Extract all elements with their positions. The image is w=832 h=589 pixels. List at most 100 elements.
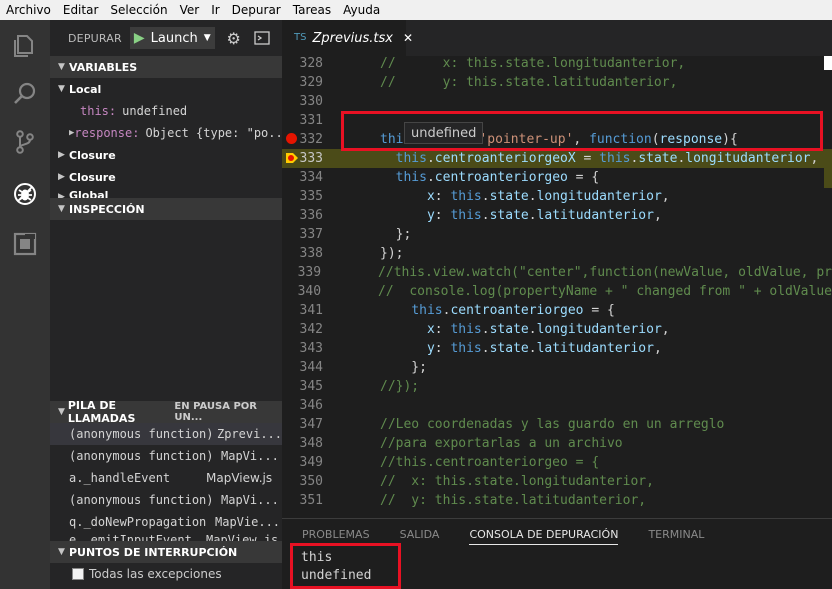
line-number: 349 [299,455,323,470]
chevron-right-icon: ▶ [58,150,65,160]
tab-problemas[interactable]: PROBLEMAS [302,528,370,541]
tab-salida[interactable]: SALIDA [400,528,440,541]
line-number: 334 [299,170,323,185]
line-number: 330 [299,94,323,109]
typescript-file-icon: TS [294,31,307,43]
chevron-down-icon: ▼ [58,407,65,417]
menu-ir[interactable]: Ir [205,3,225,17]
watch-header[interactable]: ▼ INSPECCIÓN [50,198,282,220]
breakpoint-icon[interactable] [286,133,297,144]
line-number: 346 [299,398,323,413]
callstack-frame[interactable]: e._emitInputEvent MapView.js [50,533,282,541]
debug-toolbar: DEPURAR ▶ Launch ▼ ⚙ [50,20,282,56]
menu-editar[interactable]: Editar [57,3,105,17]
breakpoint-label: Todas las excepciones [89,567,222,581]
code-line: 345//}); [282,377,832,396]
source-control-icon[interactable] [0,118,50,166]
menu-ver[interactable]: Ver [174,3,206,17]
close-icon[interactable]: ✕ [403,31,413,45]
scope-closure[interactable]: ▶ Closure [50,144,282,166]
tab-zprevius[interactable]: TS Zprevius.tsx ✕ [282,20,413,56]
code-line: 337 }; [282,225,832,244]
editor: TS Zprevius.tsx ✕ 328// x: this.state.lo… [282,20,832,518]
frame-file: MapView.js [206,533,279,541]
callstack-frame[interactable]: q._doNewPropagation MapVie... [50,511,282,533]
callstack-frame[interactable]: a._handleEvent MapView.js [50,467,282,489]
callstack-frame[interactable]: (anonymous function) MapVi... [50,445,282,467]
search-icon[interactable] [0,70,50,118]
frame-function: (anonymous function) [69,449,214,463]
code-line: 330 [282,92,832,111]
callstack-title: PILA DE LLAMADAS [67,399,136,425]
callstack-frame[interactable]: (anonymous function) MapVi... [50,489,282,511]
callstack-header[interactable]: ▼ PILA DE LLAMADAS EN PAUSA POR UN... [50,399,282,425]
breakpoints-header[interactable]: ▼ PUNTOS DE INTERRUPCIÓN [50,541,282,563]
files-icon[interactable] [0,22,50,70]
code-line: 334 this. centroanteriorgeo = { [282,168,832,187]
line-number: 351 [299,493,323,508]
chevron-down-icon: ▼ [203,33,211,43]
variable-value: Object {type: "po... [145,126,282,140]
debug-sidebar: DEPURAR ▶ Launch ▼ ⚙ ▼ VARIABLES ▼ Local… [50,20,282,589]
tab-title: Zprevius.tsx [312,30,393,46]
menu-bar: Archivo Editar Selección Ver Ir Depurar … [0,0,832,20]
scope-closure[interactable]: ▶ Closure [50,166,282,188]
line-number: 340 [297,284,322,299]
checkbox[interactable] [72,568,84,580]
callstack-status: EN PAUSA POR UN... [174,401,257,423]
debug-label: DEPURAR [68,31,122,45]
variable-this[interactable]: this: undefined [50,100,282,122]
frame-function: e._emitInputEvent [69,533,192,541]
variable-response[interactable]: ▶ response: Object {type: "po... [50,122,282,144]
frame-function: a._handleEvent [69,471,171,485]
debug-console-icon[interactable] [251,27,273,49]
line-number: 338 [299,246,323,261]
scope-local[interactable]: ▼ Local [50,78,282,100]
chevron-right-icon: ▶ [58,172,65,182]
line-number: 329 [299,75,323,90]
scope-global-clipped: ▶ Global [50,188,282,198]
tab-terminal[interactable]: TERMINAL [648,528,704,541]
launch-config-select[interactable]: ▶ Launch ▼ [129,27,215,49]
line-number: 331 [299,113,323,128]
code-line: 347//Leo coordenadas y las guardo en un … [282,415,832,434]
launch-config-name: Launch [150,30,198,46]
code-line: 346 [282,396,832,415]
code-line: 344 }; [282,358,832,377]
variables-title: VARIABLES [69,60,138,74]
extensions-icon[interactable] [0,220,50,268]
code-line: 335 x: this. state. longitudanterior, [282,187,832,206]
code-line: 343 y: this. state. latitudanterior, [282,339,832,358]
chevron-down-icon: ▼ [58,547,65,557]
menu-tareas[interactable]: Tareas [287,3,337,17]
menu-depurar[interactable]: Depurar [226,3,287,17]
menu-seleccion[interactable]: Selección [104,3,173,17]
scope-global[interactable]: ▶ Global [50,188,282,198]
watch-list [50,220,282,401]
bottom-panel: PROBLEMAS SALIDA CONSOLA DE DEPURACIÓN T… [282,518,832,589]
debug-icon[interactable] [0,170,50,218]
code-line: 336 y: this. state. latitudanterior, [282,206,832,225]
frame-function: (anonymous function) [69,493,214,507]
code-line: 342 x: this. state. longitudanterior, [282,320,832,339]
start-debug-icon[interactable]: ▶ [134,30,145,46]
breakpoints-title: PUNTOS DE INTERRUPCIÓN [69,545,238,559]
menu-archivo[interactable]: Archivo [0,3,57,17]
line-number: 343 [299,341,323,356]
code-line-current: 333 this. centroanteriorgeoX = this. state… [282,149,832,168]
annotation-highlight-box [341,111,823,151]
line-number: 339 [297,265,322,280]
line-number: 336 [299,208,323,223]
menu-ayuda[interactable]: Ayuda [337,3,386,17]
line-number: 342 [299,322,323,337]
gear-icon[interactable]: ⚙ [223,27,245,49]
breakpoint-all-exceptions[interactable]: Todas las excepciones [50,563,282,585]
frame-file: MapVi... [221,493,279,507]
frame-file: Zprevi... [216,427,282,441]
tab-consola-depuracion[interactable]: CONSOLA DE DEPURACIÓN [469,528,619,545]
variables-header[interactable]: ▼ VARIABLES [50,56,282,78]
line-number: 341 [299,303,323,318]
callstack-frame[interactable]: (anonymous function) Zprevi... [50,423,282,445]
line-number: 335 [299,189,323,204]
code-line: 329// y: this.state.latitudanterior, [282,73,832,92]
